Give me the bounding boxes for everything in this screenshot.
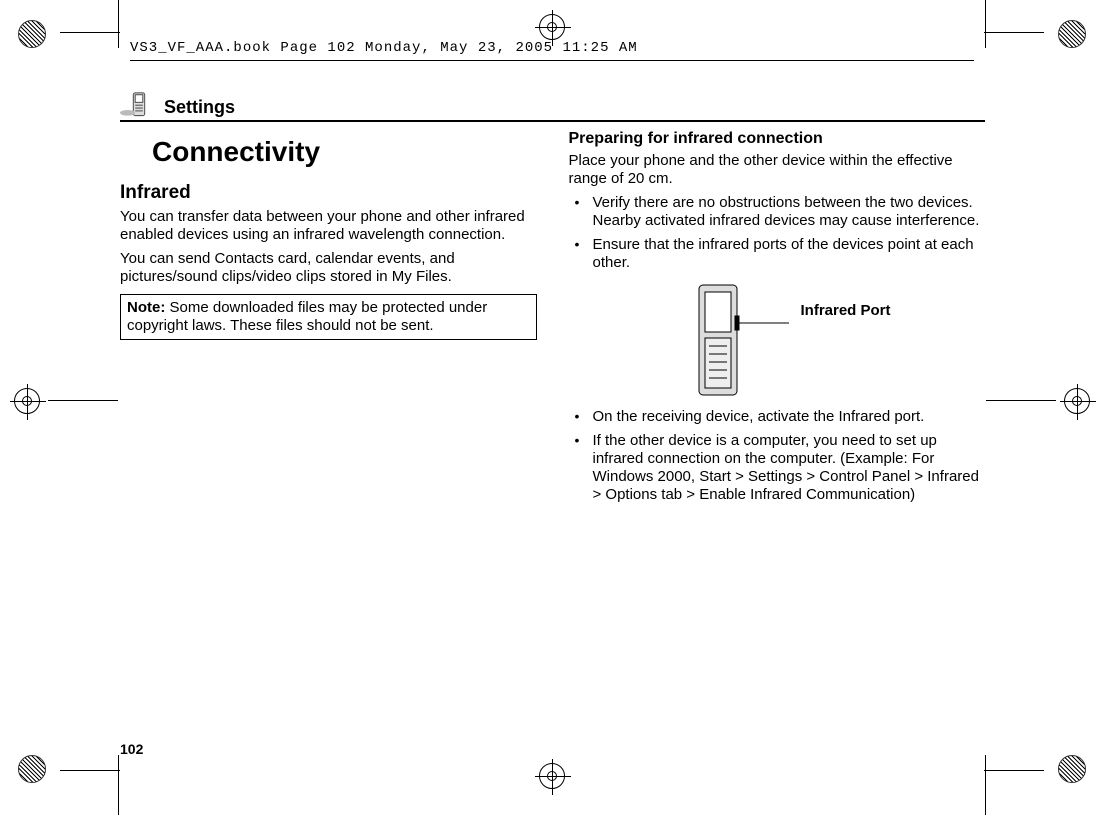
page-root: VS3_VF_AAA.book Page 102 Monday, May 23,… (0, 0, 1104, 803)
crop-mark (985, 0, 986, 48)
crop-mark (60, 770, 120, 771)
registration-icon (1064, 388, 1090, 414)
preparing-heading: Preparing for infrared connection (569, 130, 986, 148)
crop-mark (118, 0, 119, 48)
section-title: Settings (164, 97, 235, 118)
body-text: Place your phone and the other device wi… (569, 152, 986, 188)
note-box: Note: Some downloaded files may be prote… (120, 294, 537, 340)
registration-icon (14, 388, 40, 414)
list-item: Verify there are no obstructions between… (569, 194, 986, 230)
list-item: If the other device is a computer, you n… (569, 432, 986, 504)
crop-ornament-icon (18, 755, 46, 783)
page-number: 102 (120, 741, 143, 757)
section-header: Settings (120, 90, 985, 122)
crop-ornament-icon (1058, 20, 1086, 48)
body-text: You can transfer data between your phone… (120, 208, 537, 244)
running-header-text: VS3_VF_AAA.book Page 102 Monday, May 23,… (130, 40, 638, 56)
infrared-port-figure (689, 280, 986, 400)
infrared-port-label: Infrared Port (801, 302, 891, 319)
crop-mark (985, 755, 986, 815)
crop-mark (60, 32, 120, 33)
crop-ornament-icon (1058, 755, 1086, 783)
crop-mark (984, 770, 1044, 771)
list-item: Ensure that the infrared ports of the de… (569, 236, 986, 272)
crop-mark (984, 32, 1044, 33)
crop-mark (48, 400, 118, 401)
content-area: Settings Connectivity Infrared You can t… (120, 90, 985, 710)
note-label: Note: (127, 299, 165, 316)
crop-mark (986, 400, 1056, 401)
left-column: Connectivity Infrared You can transfer d… (120, 130, 537, 510)
page-title: Connectivity (152, 136, 537, 168)
registration-icon (539, 763, 565, 789)
right-column: Preparing for infrared connection Place … (569, 130, 986, 510)
crop-ornament-icon (18, 20, 46, 48)
list-item: On the receiving device, activate the In… (569, 408, 986, 426)
running-header: VS3_VF_AAA.book Page 102 Monday, May 23,… (130, 38, 974, 61)
crop-mark (118, 755, 119, 815)
body-text: You can send Contacts card, calendar eve… (120, 250, 537, 286)
infrared-heading: Infrared (120, 182, 537, 204)
phone-icon (120, 90, 158, 118)
registration-icon (539, 14, 565, 40)
note-body: Some downloaded files may be protected u… (127, 299, 487, 334)
